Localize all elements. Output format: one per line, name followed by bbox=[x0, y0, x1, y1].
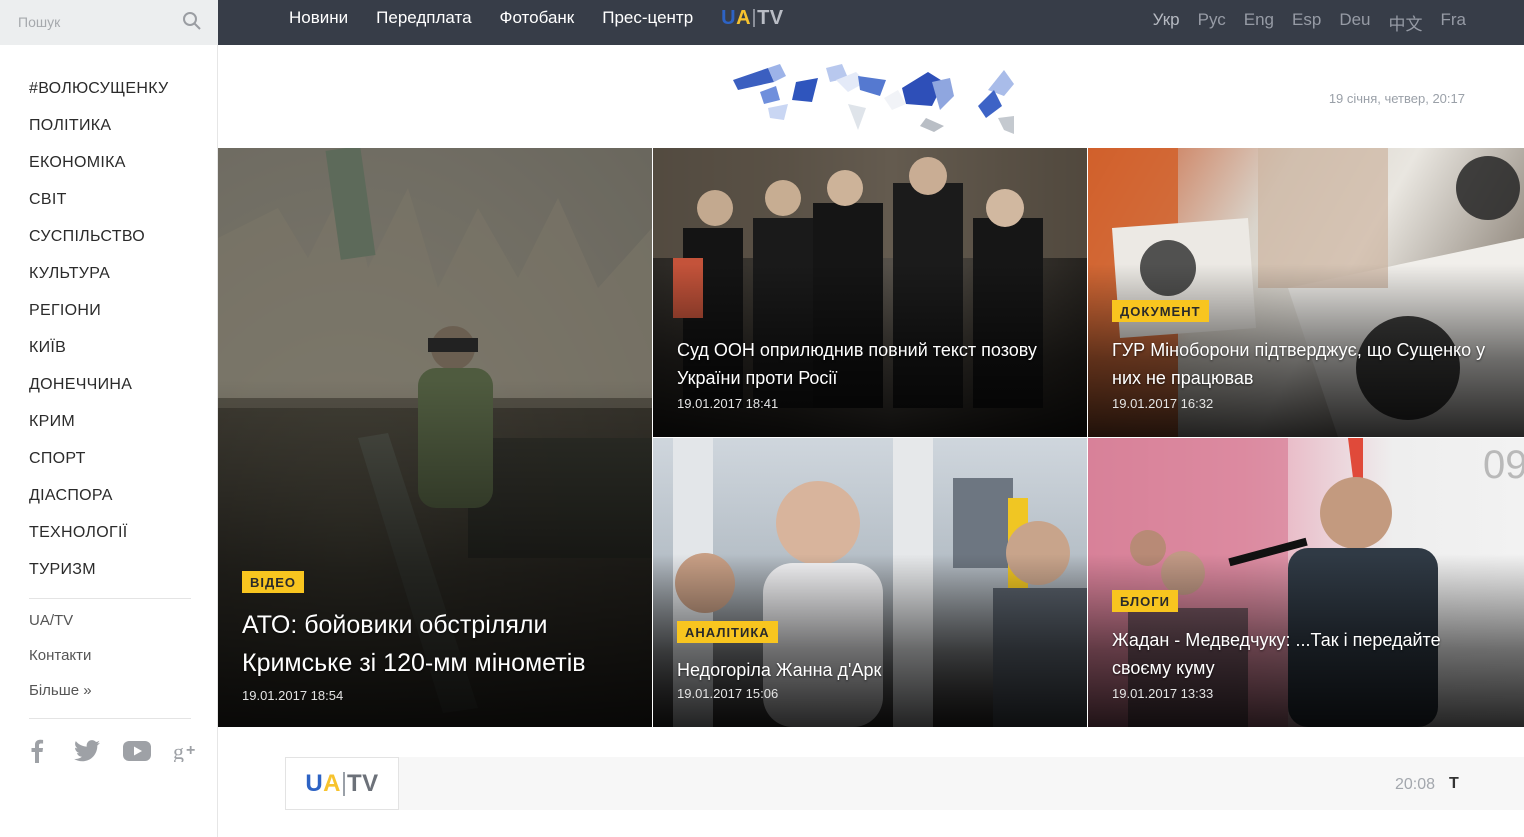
sidebar-item-diaspora[interactable]: ДІАСПОРА bbox=[29, 486, 168, 523]
search-input[interactable] bbox=[18, 8, 168, 36]
lang-deu[interactable]: Deu bbox=[1339, 10, 1370, 35]
uatv-strip-text[interactable]: Т bbox=[1449, 775, 1459, 793]
sidebar-sub-nav: UA/TV Контакти Більше » bbox=[29, 612, 92, 717]
google-plus-icon[interactable]: g + bbox=[172, 736, 202, 766]
lang-eng[interactable]: Eng bbox=[1244, 10, 1274, 35]
nav-link-subscription[interactable]: Передплата bbox=[376, 8, 471, 28]
uatv-logo-link[interactable]: UA TV bbox=[721, 7, 783, 30]
nav-link-news[interactable]: Новини bbox=[289, 8, 348, 28]
news-time: 19.01.2017 16:32 bbox=[1112, 396, 1214, 411]
svg-text:+: + bbox=[186, 742, 195, 759]
sidebar-item-donetsk[interactable]: ДОНЕЧЧИНА bbox=[29, 375, 168, 412]
lang-ukr[interactable]: Укр bbox=[1153, 10, 1180, 35]
twitter-icon[interactable] bbox=[72, 736, 102, 766]
category-tag[interactable]: АНАЛІТИКА bbox=[677, 621, 778, 643]
uatv-logo-ua: UA bbox=[721, 6, 752, 29]
site-header: 19 січня, четвер, 20:17 bbox=[218, 45, 1524, 149]
sidebar-divider bbox=[29, 718, 191, 719]
news-title[interactable]: АТО: бойовики обстріляли Кримське зі 120… bbox=[242, 606, 628, 682]
sidebar-item-crimea[interactable]: КРИМ bbox=[29, 412, 168, 449]
sidebar-item-sport[interactable]: СПОРТ bbox=[29, 449, 168, 486]
news-card[interactable]: 09 БЛОГИ Жадан - Медведчуку: ...Так і пе… bbox=[1088, 438, 1524, 727]
search-icon[interactable] bbox=[182, 11, 202, 31]
news-time: 19.01.2017 13:33 bbox=[1112, 686, 1214, 701]
news-grid: ВІДЕО АТО: бойовики обстріляли Кримське … bbox=[218, 148, 1524, 727]
uatv-strip-time: 20:08 bbox=[1395, 776, 1436, 793]
category-tag[interactable]: БЛОГИ bbox=[1112, 590, 1178, 612]
top-nav-bar: Новини Передплата Фотобанк Прес-центр UA… bbox=[218, 0, 1524, 45]
category-tag[interactable]: ВІДЕО bbox=[242, 571, 305, 593]
lang-chinese[interactable]: 中文 bbox=[1389, 10, 1423, 35]
category-tag[interactable]: ДОКУМЕНТ bbox=[1112, 300, 1209, 322]
svg-text:09: 09 bbox=[1483, 443, 1524, 487]
sidebar-item-tourism[interactable]: ТУРИЗМ bbox=[29, 560, 168, 597]
sidebar-item-regions[interactable]: РЕГІОНИ bbox=[29, 301, 168, 338]
uatv-logo-tv: TV bbox=[347, 769, 379, 797]
lang-rus[interactable]: Рус bbox=[1198, 10, 1226, 35]
sidebar-item-world[interactable]: СВІТ bbox=[29, 190, 168, 227]
nav-link-photobank[interactable]: Фотобанк bbox=[500, 8, 575, 28]
svg-text:g: g bbox=[173, 740, 184, 762]
news-title[interactable]: Недогоріла Жанна д'Арк bbox=[677, 656, 1063, 684]
top-nav: Новини Передплата Фотобанк Прес-центр UA… bbox=[289, 0, 784, 36]
lang-esp[interactable]: Esp bbox=[1292, 10, 1321, 35]
news-title[interactable]: ГУР Міноборони підтверджує, що Сущенко у… bbox=[1112, 336, 1500, 392]
uatv-logo-ua: UA bbox=[305, 769, 341, 797]
sidebar-item-politics[interactable]: ПОЛІТИКА bbox=[29, 116, 168, 153]
current-date: 19 січня, четвер, 20:17 bbox=[1328, 91, 1465, 106]
sidebar-divider bbox=[29, 598, 191, 599]
sidebar-link-uatv[interactable]: UA/TV bbox=[29, 612, 92, 647]
sidebar-link-more[interactable]: Більше » bbox=[29, 682, 92, 717]
sidebar-item-kyiv[interactable]: КИЇВ bbox=[29, 338, 168, 375]
search-box bbox=[0, 0, 218, 45]
sidebar-item-economy[interactable]: ЕКОНОМІКА bbox=[29, 153, 168, 190]
news-title[interactable]: Жадан - Медведчуку: ...Так і передайте с… bbox=[1112, 626, 1500, 682]
news-card[interactable]: Суд ООН оприлюднив повний текст позову У… bbox=[653, 148, 1087, 437]
news-time: 19.01.2017 15:06 bbox=[677, 686, 779, 701]
uatv-logo-divider bbox=[753, 9, 756, 27]
sidebar-item-technology[interactable]: ТЕХНОЛОГІЇ bbox=[29, 523, 168, 560]
news-time: 19.01.2017 18:54 bbox=[242, 688, 344, 703]
uatv-logo-tv: TV bbox=[757, 6, 784, 29]
uatv-logo: UA TV bbox=[305, 770, 378, 798]
sidebar: #ВОЛЮСУЩЕНКУ ПОЛІТИКА ЕКОНОМІКА СВІТ СУС… bbox=[0, 0, 218, 837]
youtube-icon[interactable] bbox=[122, 736, 152, 766]
uatv-strip-logo[interactable]: UA TV bbox=[285, 757, 399, 810]
facebook-icon[interactable] bbox=[22, 736, 52, 766]
uatv-logo-divider bbox=[343, 771, 345, 796]
social-links: g + bbox=[22, 736, 202, 766]
nav-link-press-center[interactable]: Прес-центр bbox=[602, 8, 693, 28]
ukrinform-logo[interactable] bbox=[708, 60, 1028, 140]
uatv-news-strip: UA TV 20:08 Т bbox=[285, 757, 1524, 810]
sidebar-nav: #ВОЛЮСУЩЕНКУ ПОЛІТИКА ЕКОНОМІКА СВІТ СУС… bbox=[29, 79, 168, 597]
sidebar-link-contacts[interactable]: Контакти bbox=[29, 647, 92, 682]
news-card-featured[interactable]: ВІДЕО АТО: бойовики обстріляли Кримське … bbox=[218, 148, 652, 727]
lang-fra[interactable]: Fra bbox=[1441, 10, 1467, 35]
news-card[interactable]: ДОКУМЕНТ ГУР Міноборони підтверджує, що … bbox=[1088, 148, 1524, 437]
sidebar-item-volyusushchenku[interactable]: #ВОЛЮСУЩЕНКУ bbox=[29, 79, 168, 116]
news-card[interactable]: АНАЛІТИКА Недогоріла Жанна д'Арк 19.01.2… bbox=[653, 438, 1087, 727]
language-switcher: Укр Рус Eng Esp Deu 中文 Fra bbox=[1135, 10, 1466, 35]
sidebar-item-society[interactable]: СУСПІЛЬСТВО bbox=[29, 227, 168, 264]
news-title[interactable]: Суд ООН оприлюднив повний текст позову У… bbox=[677, 336, 1063, 392]
sidebar-item-culture[interactable]: КУЛЬТУРА bbox=[29, 264, 168, 301]
news-time: 19.01.2017 18:41 bbox=[677, 396, 779, 411]
